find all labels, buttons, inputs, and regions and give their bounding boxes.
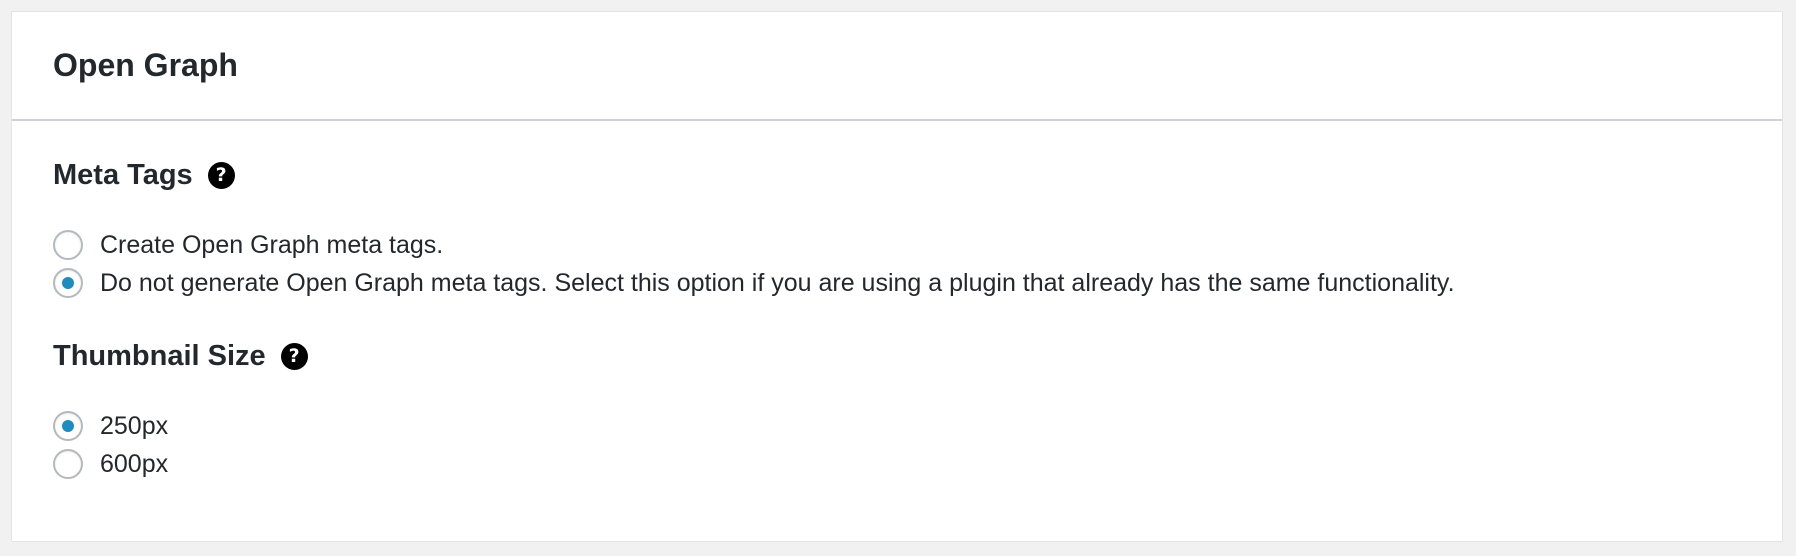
thumbnail-size-options: 250px 600px bbox=[53, 407, 1782, 483]
question-circle-icon[interactable]: ? bbox=[207, 161, 235, 189]
thumbnail-size-radio-600[interactable] bbox=[53, 449, 83, 479]
panel-header: Open Graph bbox=[12, 12, 1782, 121]
thumbnail-size-section: Thumbnail Size ? 250px 600px bbox=[53, 338, 1782, 483]
thumbnail-size-heading: Thumbnail Size bbox=[53, 339, 266, 372]
thumbnail-size-option-600-label: 600px bbox=[100, 449, 169, 478]
thumbnail-size-radio-250[interactable] bbox=[53, 411, 83, 441]
panel-title: Open Graph bbox=[53, 47, 238, 83]
meta-tags-radio-create[interactable] bbox=[53, 230, 83, 260]
question-circle-icon[interactable]: ? bbox=[280, 342, 308, 370]
thumbnail-size-option-250-label: 250px bbox=[100, 411, 169, 440]
meta-tags-option-disable[interactable]: Do not generate Open Graph meta tags. Se… bbox=[53, 264, 1782, 302]
open-graph-panel: Open Graph Meta Tags ? Create Open Graph… bbox=[11, 11, 1783, 542]
meta-tags-heading-row: Meta Tags ? bbox=[53, 157, 1782, 193]
meta-tags-option-disable-label: Do not generate Open Graph meta tags. Se… bbox=[100, 268, 1455, 297]
thumbnail-size-option-250[interactable]: 250px bbox=[53, 407, 1782, 445]
meta-tags-section: Meta Tags ? Create Open Graph meta tags.… bbox=[53, 157, 1782, 302]
meta-tags-option-create[interactable]: Create Open Graph meta tags. bbox=[53, 226, 1782, 264]
meta-tags-radio-disable[interactable] bbox=[53, 268, 83, 298]
meta-tags-options: Create Open Graph meta tags. Do not gene… bbox=[53, 226, 1782, 302]
thumbnail-size-option-600[interactable]: 600px bbox=[53, 445, 1782, 483]
thumbnail-size-heading-row: Thumbnail Size ? bbox=[53, 338, 1782, 374]
panel-body: Meta Tags ? Create Open Graph meta tags.… bbox=[12, 121, 1782, 483]
meta-tags-option-create-label: Create Open Graph meta tags. bbox=[100, 230, 444, 259]
meta-tags-heading: Meta Tags bbox=[53, 158, 193, 191]
